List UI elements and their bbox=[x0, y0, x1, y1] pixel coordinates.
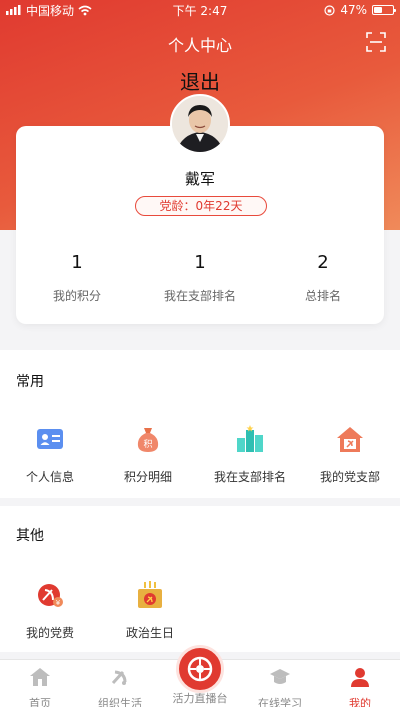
user-icon bbox=[351, 668, 369, 687]
battery-percent: 47% bbox=[340, 3, 367, 17]
user-name: 戴军 bbox=[184, 170, 215, 188]
menu-item-label: 个人信息 bbox=[25, 470, 74, 484]
section-title-common: 常用 bbox=[16, 374, 44, 390]
stat-value: 1 bbox=[194, 252, 206, 273]
party-fee-icon: ¥ bbox=[38, 584, 63, 607]
stat-total-rank[interactable]: 2 总排名 bbox=[262, 252, 384, 304]
stat-value: 2 bbox=[317, 252, 329, 273]
ranking-icon bbox=[237, 425, 263, 452]
menu-item-branch-ranking[interactable]: 我在支部排名 bbox=[200, 424, 300, 485]
stat-label: 我的积分 bbox=[52, 289, 101, 303]
section-title-other: 其他 bbox=[16, 528, 44, 544]
menu-item-label: 积分明细 bbox=[123, 470, 172, 484]
menu-item-label: 我的党支部 bbox=[319, 470, 380, 484]
logout-button[interactable]: 退出 bbox=[0, 66, 400, 95]
stat-label: 总排名 bbox=[304, 289, 341, 303]
id-card-icon bbox=[37, 429, 63, 449]
svg-text:积: 积 bbox=[143, 438, 152, 450]
battery-icon bbox=[372, 5, 396, 15]
tab-online-learning[interactable]: 在线学习 bbox=[240, 666, 320, 711]
stat-label: 我在支部排名 bbox=[163, 289, 236, 303]
menu-item-my-branch[interactable]: 我的党支部 bbox=[300, 424, 400, 485]
page-title: 个人中心 bbox=[167, 36, 232, 55]
money-bag-icon: 积 bbox=[137, 428, 159, 452]
scan-icon[interactable] bbox=[366, 32, 386, 52]
menu-item-label: 我在支部排名 bbox=[213, 470, 286, 484]
party-emblem-icon bbox=[111, 670, 127, 685]
tab-org-life[interactable]: 组织生活 bbox=[80, 666, 160, 711]
menu-item-label: 政治生日 bbox=[125, 626, 174, 640]
menu-item-personal-info[interactable]: 个人信息 bbox=[0, 424, 100, 485]
common-section: 常用 个人信息 积 积分明细 我在支部排名 我的党支部 bbox=[0, 350, 400, 498]
tab-mine[interactable]: 我的 bbox=[320, 666, 400, 711]
avatar[interactable] bbox=[170, 94, 230, 154]
other-section: 其他 ¥ 我的党费 政治生日 bbox=[0, 506, 400, 652]
live-icon bbox=[187, 656, 213, 682]
home-icon bbox=[30, 668, 50, 686]
profile-card: 戴军 党龄：0年22天 1 我的积分 1 我在支部排名 2 总排名 bbox=[16, 126, 384, 324]
avatar-image bbox=[172, 96, 228, 152]
stat-my-points[interactable]: 1 我的积分 bbox=[16, 252, 138, 304]
menu-item-party-fee[interactable]: ¥ 我的党费 bbox=[0, 580, 100, 641]
home-indicator-area bbox=[0, 707, 400, 711]
birthday-cake-icon bbox=[138, 581, 162, 608]
tab-home[interactable]: 首页 bbox=[0, 666, 80, 711]
menu-item-political-birthday[interactable]: 政治生日 bbox=[100, 580, 200, 641]
orientation-lock-icon bbox=[324, 4, 335, 16]
party-age-badge: 党龄：0年22天 bbox=[135, 196, 267, 216]
stat-value: 1 bbox=[71, 252, 83, 273]
svg-text:¥: ¥ bbox=[56, 599, 61, 607]
menu-item-label: 我的党费 bbox=[25, 626, 74, 640]
menu-item-points-detail[interactable]: 积 积分明细 bbox=[98, 424, 198, 485]
live-button[interactable] bbox=[176, 645, 224, 693]
graduation-cap-icon bbox=[270, 669, 290, 684]
party-house-icon bbox=[337, 427, 363, 452]
status-bar: 中国移动 下午 2:47 47% bbox=[0, 0, 400, 20]
stat-branch-rank[interactable]: 1 我在支部排名 bbox=[139, 252, 261, 304]
